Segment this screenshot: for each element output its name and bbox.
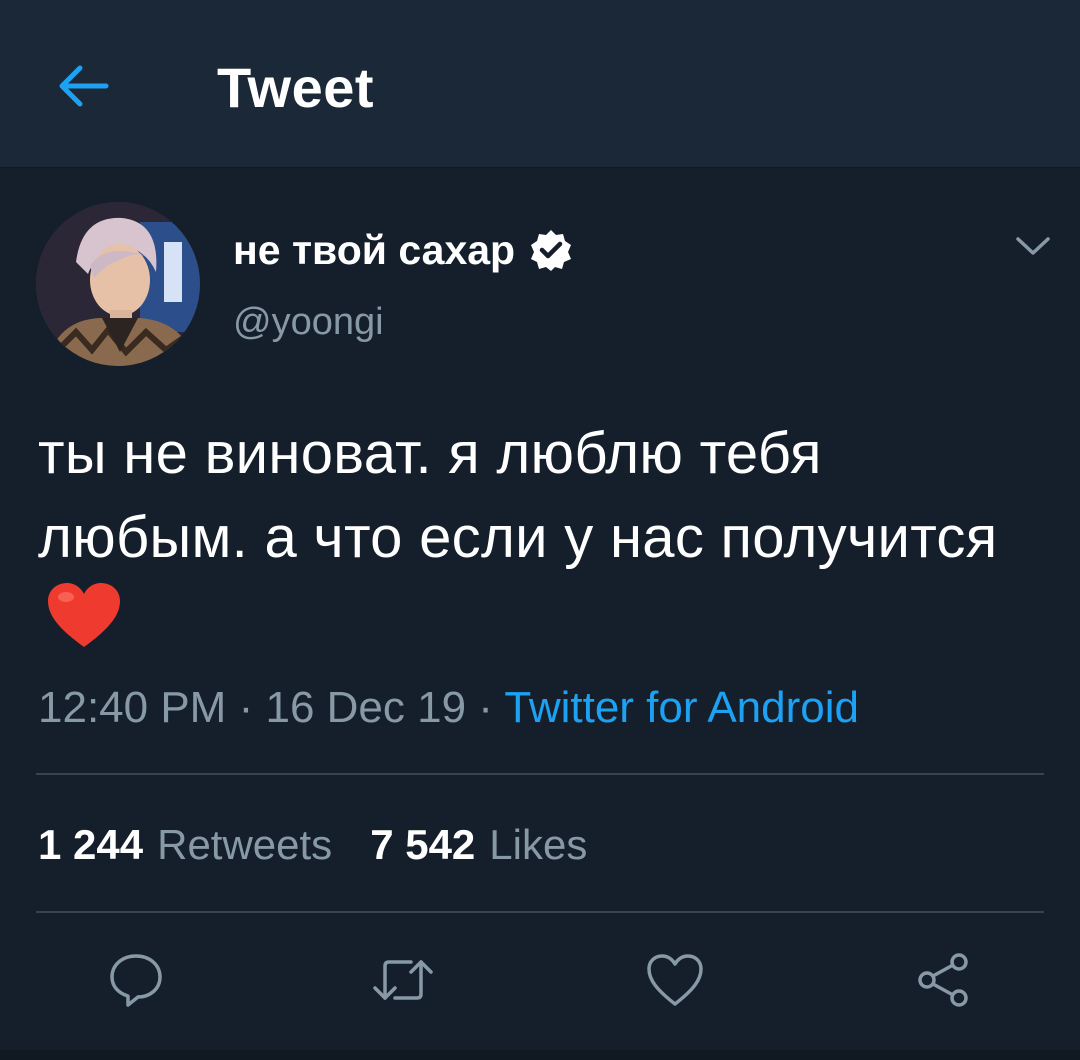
retweets-stat[interactable]: 1 244 Retweets bbox=[38, 820, 332, 870]
divider bbox=[36, 773, 1044, 775]
tweet-meta: 12:40 PM · 16 Dec 19 · Twitter for Andro… bbox=[38, 682, 859, 734]
page-title: Tweet bbox=[217, 56, 375, 119]
heart-outline-icon bbox=[647, 954, 703, 1006]
bottom-edge bbox=[0, 1050, 1080, 1060]
likes-count: 7 542 bbox=[370, 821, 476, 868]
likes-stat[interactable]: 7 542 Likes bbox=[370, 820, 587, 870]
red-heart-icon bbox=[48, 583, 120, 647]
reply-icon bbox=[110, 954, 162, 1007]
tweet-text-content: ты не виноват. я люблю тебя любым. а что… bbox=[38, 421, 998, 570]
meta-separator: · bbox=[238, 683, 254, 732]
display-name-row: не твой сахар bbox=[233, 222, 573, 278]
retweets-label: Retweets bbox=[157, 821, 333, 868]
top-app-bar: Tweet bbox=[0, 0, 1080, 168]
divider bbox=[36, 911, 1044, 913]
author-info[interactable]: не твой сахар @yoongi bbox=[233, 222, 573, 346]
username: @yoongi bbox=[233, 301, 384, 343]
likes-label: Likes bbox=[489, 821, 588, 868]
tweet-time: 12:40 PM bbox=[38, 683, 227, 732]
avatar-image bbox=[36, 202, 200, 366]
reply-button[interactable] bbox=[104, 948, 168, 1012]
tweet-source-link[interactable]: Twitter for Android bbox=[504, 683, 859, 732]
chevron-down-icon bbox=[1016, 237, 1050, 255]
more-options-button[interactable] bbox=[1008, 226, 1058, 266]
tweet-detail-screen: Tweet не твой сахар @yoongi ты не винова… bbox=[0, 0, 1080, 1060]
author-avatar[interactable] bbox=[36, 202, 200, 366]
back-button[interactable] bbox=[52, 54, 116, 118]
display-name: не твой сахар bbox=[233, 227, 516, 273]
share-icon bbox=[918, 953, 968, 1007]
tweet-text: ты не виноват. я люблю тебя любым. а что… bbox=[38, 412, 1048, 664]
arrow-left-icon bbox=[59, 65, 109, 107]
tweet-stats: 1 244 Retweets 7 542 Likes bbox=[38, 820, 587, 870]
share-button[interactable] bbox=[912, 948, 976, 1012]
retweet-icon bbox=[373, 960, 433, 1000]
retweet-button[interactable] bbox=[371, 948, 435, 1012]
meta-separator: · bbox=[478, 683, 493, 732]
retweets-count: 1 244 bbox=[38, 821, 144, 868]
tweet-date: 16 Dec 19 bbox=[265, 683, 467, 732]
verified-badge-icon bbox=[531, 230, 572, 271]
like-button[interactable] bbox=[643, 948, 707, 1012]
